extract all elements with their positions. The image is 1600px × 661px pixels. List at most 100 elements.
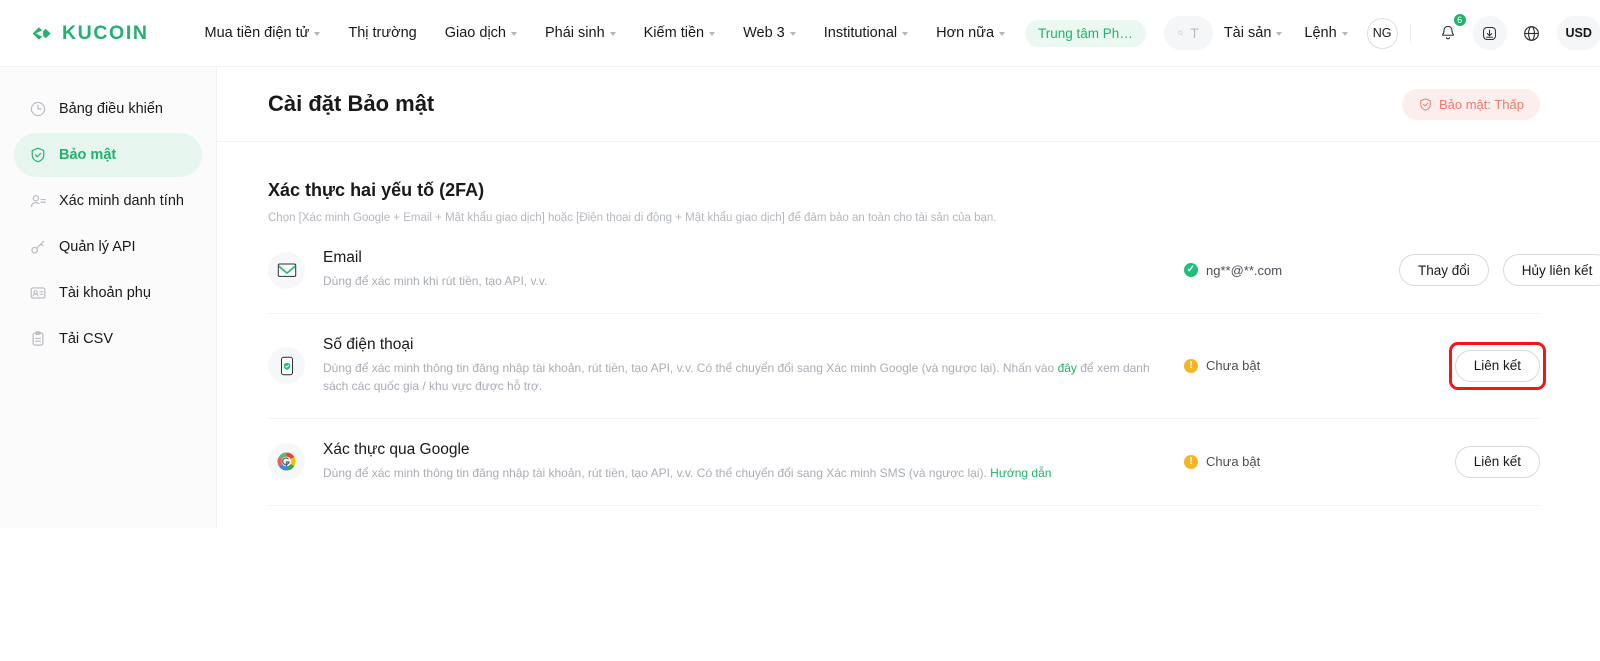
kucoin-logo[interactable]: KUCOIN xyxy=(28,21,149,46)
sidebar-item-label: Bảng điều khiển xyxy=(59,101,163,117)
page-body: Bảng điều khiển Bảo mật Xác minh danh tí… xyxy=(0,67,1600,661)
email-icon xyxy=(268,251,305,289)
chevron-down-icon xyxy=(1276,32,1283,36)
main-nav-items: Mua tiền điện tử Thị trường Giao dịch Ph… xyxy=(191,17,1020,49)
nav-divider xyxy=(1409,23,1411,43)
nav-item-trade[interactable]: Giao dịch xyxy=(431,17,531,49)
section-subtitle: Chọn [Xác minh Google + Email + Mật khẩu… xyxy=(268,212,997,224)
nav-label: Phái sinh xyxy=(544,25,605,41)
nav-label: Thị trường xyxy=(348,25,417,41)
nav-item-earn[interactable]: Kiếm tiền xyxy=(630,17,729,49)
nav-item-buy-crypto[interactable]: Mua tiền điện tử xyxy=(191,17,335,49)
chevron-down-icon xyxy=(1341,32,1348,36)
top-navigation-bar: KUCOIN Mua tiền điện tử Thị trường Giao … xyxy=(0,0,1600,67)
advanced-settings-title: Cài đặt nâng cao xyxy=(268,506,1540,528)
nav-label: Lệnh xyxy=(1304,25,1337,41)
search-input[interactable] xyxy=(1190,25,1199,41)
change-button-wrap: Thay đổi xyxy=(1399,254,1489,287)
status-warning-icon: ! xyxy=(1184,358,1198,373)
nav-label: Hơn nữa xyxy=(936,25,995,41)
table-row: Email Dùng để xác minh khi rút tiền, tạo… xyxy=(268,227,1600,314)
page-title: Cài đặt Bảo mật xyxy=(268,91,435,116)
nav-item-institutional[interactable]: Institutional xyxy=(810,17,922,49)
globe-icon xyxy=(1524,25,1540,41)
bind-google-button[interactable]: Liên kết xyxy=(1454,445,1540,478)
sidebar-item-security[interactable]: Bảo mật xyxy=(14,133,202,177)
table-row: Xác thực qua Google Dùng để xác minh thô… xyxy=(268,419,1540,506)
row-description: Dùng để xác minh thông tin đăng nhập tài… xyxy=(323,464,1168,483)
nav-item-help-center[interactable]: Trung tâm Ph… xyxy=(1025,19,1146,47)
sidebar-item-dashboard[interactable]: Bảng điều khiển xyxy=(14,87,202,131)
bind-google-button-wrap: Liên kết xyxy=(1454,445,1540,478)
row-status: ! Chưa bật xyxy=(1184,454,1399,469)
nav-item-markets[interactable]: Thị trường xyxy=(334,17,430,49)
sidebar-item-label: Tài khoản phụ xyxy=(59,285,151,301)
notifications-button[interactable]: 6 xyxy=(1431,13,1467,50)
nav-label: Institutional xyxy=(823,25,898,41)
chevron-down-icon xyxy=(709,32,716,36)
row-text: Email Dùng để xác minh khi rút tiền, tạo… xyxy=(323,249,1168,291)
row-text: Số điện thoại Dùng để xác minh thông tin… xyxy=(323,336,1168,396)
unbind-button[interactable]: Hủy liên kết xyxy=(1502,254,1600,287)
nav-item-assets[interactable]: Tài sản xyxy=(1213,17,1294,49)
phone-shield-icon xyxy=(268,347,305,385)
sidebar-item-sub-accounts[interactable]: Tài khoản phụ xyxy=(14,271,202,315)
row-description-text: Dùng để xác minh khi rút tiền, tạo API, … xyxy=(323,274,548,289)
chevron-down-icon xyxy=(609,32,616,36)
nav-label: Web 3 xyxy=(743,25,785,41)
row-actions: Thay đổi Hủy liên kết xyxy=(1399,254,1600,287)
unbind-button-wrap: Hủy liên kết xyxy=(1502,254,1600,287)
nav-label: Mua tiền điện tử xyxy=(204,25,310,41)
two-factor-section: Xác thực hai yếu tố (2FA) Chọn [Xác minh… xyxy=(217,142,1600,528)
guide-link[interactable]: Hướng dẫn xyxy=(990,466,1051,480)
bind-phone-button-wrap: Liên kết xyxy=(1448,341,1547,390)
sidebar-item-api-management[interactable]: Quản lý API xyxy=(14,225,202,269)
row-status-label: Chưa bật xyxy=(1206,454,1261,470)
brand-text: KUCOIN xyxy=(62,21,149,44)
nav-item-web3[interactable]: Web 3 xyxy=(729,17,810,49)
sidebar: Bảng điều khiển Bảo mật Xác minh danh tí… xyxy=(0,67,217,528)
main-content: Cài đặt Bảo mật Bảo mật: Thấp Xác thực h… xyxy=(217,67,1600,528)
nav-item-more[interactable]: Hơn nữa xyxy=(922,17,1019,49)
search-icon xyxy=(1178,30,1183,36)
row-status: ! Chưa bật xyxy=(1184,358,1399,373)
sidebar-item-label: Xác minh danh tính xyxy=(59,193,184,209)
chevron-down-icon xyxy=(510,32,517,36)
currency-selector[interactable]: USD xyxy=(1556,16,1600,50)
sidebar-item-label: Quản lý API xyxy=(59,239,136,255)
row-status-label: Chưa bật xyxy=(1206,358,1261,374)
identity-icon xyxy=(28,192,47,211)
nav-item-derivatives[interactable]: Phái sinh xyxy=(531,17,630,49)
bind-phone-button[interactable]: Liên kết xyxy=(1454,349,1540,382)
row-text: Xác thực qua Google Dùng để xác minh thô… xyxy=(323,441,1168,483)
table-row: Số điện thoại Dùng để xác minh thông tin… xyxy=(268,314,1547,420)
chevron-down-icon xyxy=(999,32,1006,36)
nav-label: Kiếm tiền xyxy=(643,25,705,41)
status-warning-icon: ! xyxy=(1184,454,1198,469)
nav-label: Tài sản xyxy=(1223,25,1272,41)
key-icon xyxy=(28,238,47,257)
chevron-down-icon xyxy=(789,32,796,36)
download-icon xyxy=(1483,26,1497,40)
row-actions: Liên kết xyxy=(1448,341,1547,390)
bell-icon xyxy=(1441,25,1454,40)
supported-countries-link[interactable]: đây xyxy=(1058,361,1077,375)
row-title: Số điện thoại xyxy=(323,335,414,353)
sidebar-item-download-csv[interactable]: Tải CSV xyxy=(14,317,202,361)
status-ok-icon: ✓ xyxy=(1184,263,1198,278)
avatar[interactable]: NG xyxy=(1366,17,1398,49)
download-app-button[interactable] xyxy=(1472,16,1507,50)
change-button[interactable]: Thay đổi xyxy=(1399,254,1489,287)
row-description-text: Dùng để xác minh thông tin đăng nhập tài… xyxy=(323,466,991,481)
nav-item-orders[interactable]: Lệnh xyxy=(1293,17,1358,49)
nav-label: Giao dịch xyxy=(444,25,506,41)
language-button[interactable] xyxy=(1515,16,1549,50)
row-description: Dùng để xác minh thông tin đăng nhập tài… xyxy=(323,359,1168,396)
kucoin-mark-icon xyxy=(32,26,51,40)
status-badge: Bảo mật: Thấp xyxy=(1401,88,1540,120)
sidebar-item-identity-verification[interactable]: Xác minh danh tính xyxy=(14,179,202,223)
search-box[interactable] xyxy=(1163,16,1213,50)
row-status-label: ng**@**.com xyxy=(1206,262,1283,278)
shield-alert-icon xyxy=(1420,97,1431,111)
row-description-text: Dùng để xác minh thông tin đăng nhập tài… xyxy=(323,360,1058,375)
